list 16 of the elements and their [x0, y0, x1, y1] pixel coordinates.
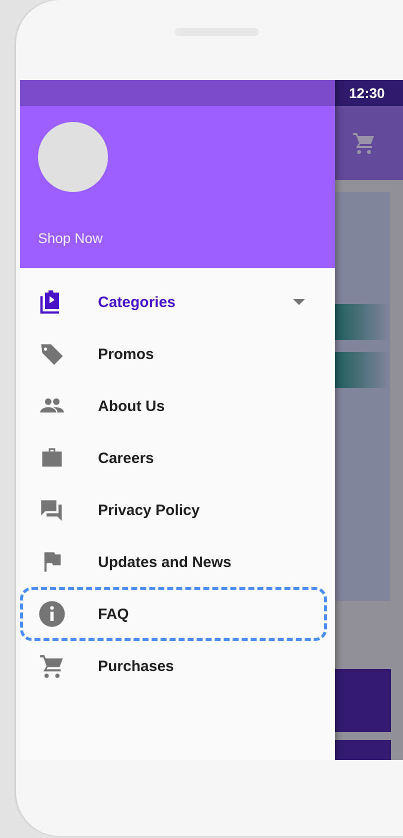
- caret-icon[interactable]: [293, 298, 305, 306]
- drawer-menu-item[interactable]: About Us: [20, 380, 335, 432]
- drawer-menu-item[interactable]: Privacy Policy: [20, 484, 335, 536]
- drawer-menu-item[interactable]: FAQ: [20, 588, 335, 640]
- cart-icon[interactable]: [352, 131, 376, 156]
- drawer-menu-item[interactable]: Updates and News: [20, 536, 335, 588]
- header-title: Shop Now: [38, 230, 104, 246]
- drawer-menu-item[interactable]: Purchases: [20, 640, 335, 692]
- drawer-menu-item[interactable]: Careers: [20, 432, 335, 484]
- info-icon: [38, 600, 66, 628]
- banner-strip: [335, 352, 390, 388]
- drawer-menu-item[interactable]: Promos: [20, 328, 335, 380]
- banner-strip: [335, 304, 390, 340]
- status-time: 12:30: [349, 84, 385, 101]
- drawer-menu-item[interactable]: Categories: [20, 276, 335, 328]
- cart-icon: [39, 653, 65, 679]
